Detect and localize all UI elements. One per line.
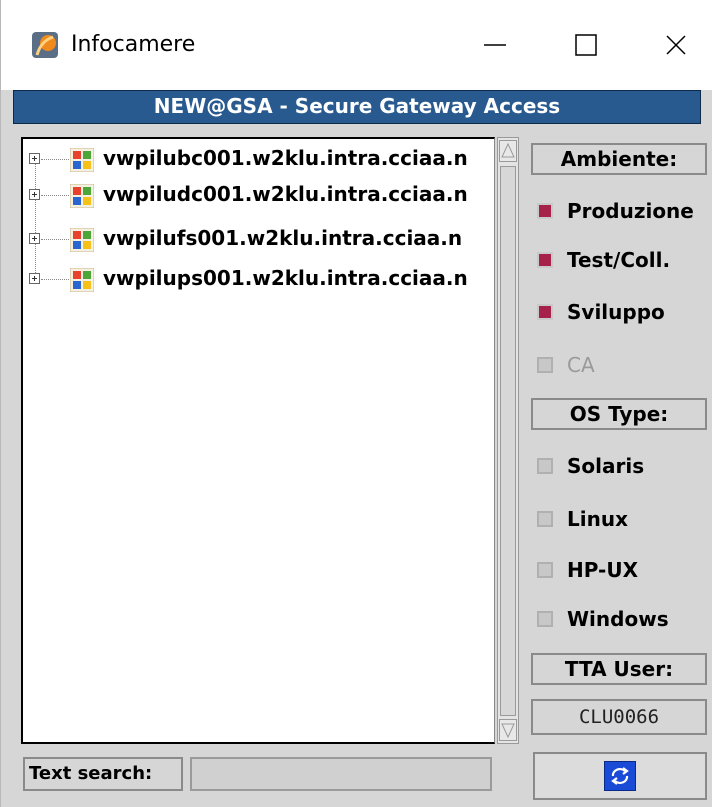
tree-item[interactable]: vwpiludc001.w2klu.intra.cciaa.n <box>23 181 494 211</box>
checkbox-label: CA <box>567 353 595 377</box>
tree-item[interactable]: vwpilups001.w2klu.intra.cciaa.n <box>23 265 494 295</box>
checkbox-hp-ux[interactable]: HP-UX <box>537 555 707 585</box>
windows-icon <box>69 183 95 209</box>
checkbox-produzione[interactable]: Produzione <box>537 196 707 226</box>
checkbox-linux[interactable]: Linux <box>537 504 707 534</box>
scroll-down-arrow-icon[interactable] <box>499 719 517 741</box>
checkbox-label: Solaris <box>567 454 645 478</box>
host-label: vwpilufs001.w2klu.intra.cciaa.n <box>103 226 463 250</box>
windows-icon <box>69 267 95 293</box>
windows-icon <box>69 227 95 253</box>
windows-icon <box>69 147 95 173</box>
tta-user-label: TTA User: <box>531 653 707 685</box>
tree-branch-line <box>41 239 71 240</box>
checkbox-box[interactable] <box>537 252 553 268</box>
checkbox-box <box>537 357 553 373</box>
expand-icon[interactable] <box>29 189 40 200</box>
checkbox-box[interactable] <box>537 304 553 320</box>
refresh-button[interactable] <box>533 752 707 800</box>
tree-branch-line <box>41 159 71 160</box>
checkbox-ca: CA <box>537 350 707 380</box>
host-label: vwpilups001.w2klu.intra.cciaa.n <box>103 266 468 290</box>
checkbox-sviluppo[interactable]: Sviluppo <box>537 297 707 327</box>
expand-icon[interactable] <box>29 233 40 244</box>
maximize-button[interactable] <box>556 18 616 72</box>
host-tree[interactable]: vwpilubc001.w2klu.intra.cciaa.n vwpiludc… <box>21 137 495 744</box>
tree-branch-line <box>41 279 71 280</box>
checkbox-box[interactable] <box>537 611 553 627</box>
checkbox-label: Linux <box>567 507 628 531</box>
checkbox-windows[interactable]: Windows <box>537 604 707 634</box>
checkbox-label: Sviluppo <box>567 300 665 324</box>
infocamere-logo-icon <box>31 31 59 59</box>
expand-icon[interactable] <box>29 273 40 284</box>
refresh-icon <box>604 761 636 791</box>
scroll-up-arrow-icon[interactable] <box>499 140 517 162</box>
window-title: Infocamere <box>71 32 196 57</box>
checkbox-label: Test/Coll. <box>567 248 671 272</box>
expand-icon[interactable] <box>29 153 40 164</box>
checkbox-solaris[interactable]: Solaris <box>537 451 707 481</box>
host-label: vwpiludc001.w2klu.intra.cciaa.n <box>103 182 468 206</box>
minimize-button[interactable] <box>465 18 525 72</box>
checkbox-box[interactable] <box>537 562 553 578</box>
title-bar[interactable]: Infocamere <box>1 0 712 90</box>
app-window: Infocamere NEW@GSA - Secure Gateway Acce… <box>0 0 712 807</box>
close-button[interactable] <box>646 18 706 72</box>
tta-user-field: CLU0066 <box>531 699 707 735</box>
checkbox-box[interactable] <box>537 203 553 219</box>
host-label: vwpilubc001.w2klu.intra.cciaa.n <box>103 146 468 170</box>
tree-scrollbar[interactable] <box>497 137 519 744</box>
scrollbar-thumb[interactable] <box>500 166 516 716</box>
checkbox-box[interactable] <box>537 511 553 527</box>
checkbox-label: Windows <box>567 607 669 631</box>
tree-item[interactable]: vwpilufs001.w2klu.intra.cciaa.n <box>23 225 494 255</box>
text-search-input[interactable] <box>190 757 492 791</box>
tree-branch-line <box>41 195 71 196</box>
app-banner: NEW@GSA - Secure Gateway Access <box>13 90 701 124</box>
tree-item[interactable]: vwpilubc001.w2klu.intra.cciaa.n <box>23 145 494 175</box>
os-type-label: OS Type: <box>531 398 707 430</box>
checkbox-label: Produzione <box>567 199 694 223</box>
checkbox-box[interactable] <box>537 458 553 474</box>
text-search-label: Text search: <box>23 757 183 791</box>
ambiente-label: Ambiente: <box>531 143 707 175</box>
checkbox-label: HP-UX <box>567 558 639 582</box>
checkbox-test-coll[interactable]: Test/Coll. <box>537 245 707 275</box>
